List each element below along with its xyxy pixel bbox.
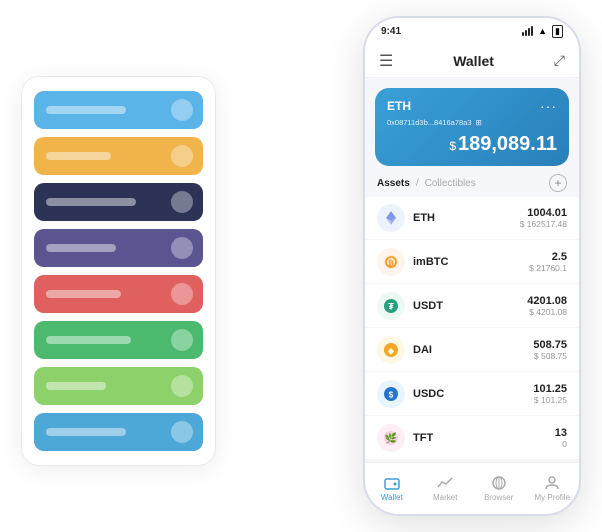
status-bar: 9:41 ▲ ▮ bbox=[365, 18, 579, 44]
nav-bar: ☰ Wallet ⤢ bbox=[365, 44, 579, 78]
asset-amount-eth: 1004.01 bbox=[520, 207, 567, 219]
asset-amount-usdc: 101.25 bbox=[533, 383, 567, 395]
bottom-nav-browser-label: Browser bbox=[484, 493, 513, 502]
asset-amount-tft: 13 bbox=[555, 427, 567, 439]
bottom-nav: Wallet Market Browser My Profile bbox=[365, 462, 579, 514]
page-title: Wallet bbox=[453, 53, 494, 69]
add-asset-button[interactable]: + bbox=[549, 174, 567, 192]
list-item[interactable] bbox=[34, 413, 203, 451]
bottom-nav-wallet[interactable]: Wallet bbox=[365, 475, 419, 502]
svg-text:₿: ₿ bbox=[388, 260, 394, 268]
list-item[interactable] bbox=[34, 321, 203, 359]
asset-amount-usdt: 4201.08 bbox=[527, 295, 567, 307]
svg-text:◈: ◈ bbox=[387, 347, 395, 356]
eth-address: 0x08711d3b...8416a78a3 ⊞ bbox=[387, 118, 557, 127]
assets-list: ETH 1004.01 $ 162517.48 ₿ imBTC 2.5 $ 21… bbox=[365, 197, 579, 460]
list-item[interactable] bbox=[34, 137, 203, 175]
asset-usd-usdc: $ 101.25 bbox=[533, 395, 567, 405]
wifi-icon: ▲ bbox=[538, 26, 547, 36]
svg-text:🌿: 🌿 bbox=[385, 432, 397, 445]
bottom-nav-profile[interactable]: My Profile bbox=[526, 475, 580, 502]
list-item[interactable] bbox=[34, 91, 203, 129]
bottom-nav-wallet-label: Wallet bbox=[381, 493, 403, 502]
expand-icon[interactable]: ⤢ bbox=[554, 52, 565, 69]
card-stack bbox=[21, 76, 216, 466]
bottom-nav-market-label: Market bbox=[433, 493, 457, 502]
tab-collectibles[interactable]: Collectibles bbox=[425, 178, 476, 189]
wallet-icon bbox=[384, 475, 400, 491]
asset-name-eth: ETH bbox=[413, 212, 520, 224]
asset-amounts-tft: 13 0 bbox=[555, 427, 567, 449]
asset-name-dai: DAI bbox=[413, 344, 533, 356]
tab-assets[interactable]: Assets bbox=[377, 178, 410, 189]
phone-frame: 9:41 ▲ ▮ ☰ Wallet ⤢ ETH bbox=[363, 16, 581, 516]
list-item[interactable] bbox=[34, 229, 203, 267]
asset-row-tft[interactable]: 🌿 TFT 13 0 bbox=[365, 417, 579, 460]
asset-name-usdt: USDT bbox=[413, 300, 527, 312]
signal-icon bbox=[522, 26, 533, 36]
dai-icon: ◈ bbox=[377, 336, 405, 364]
asset-usd-eth: $ 162517.48 bbox=[520, 219, 567, 229]
svg-text:₮: ₮ bbox=[388, 302, 394, 312]
menu-icon[interactable]: ☰ bbox=[379, 51, 393, 71]
assets-tabs: Assets / Collectibles bbox=[377, 178, 476, 189]
asset-row-dai[interactable]: ◈ DAI 508.75 $ 508.75 bbox=[365, 329, 579, 372]
asset-usd-usdt: $ 4201.08 bbox=[527, 307, 567, 317]
asset-row-usdc[interactable]: $ USDC 101.25 $ 101.25 bbox=[365, 373, 579, 416]
asset-amounts-dai: 508.75 $ 508.75 bbox=[533, 339, 567, 361]
eth-card-title: ETH bbox=[387, 99, 411, 113]
list-item[interactable] bbox=[34, 367, 203, 405]
usdc-icon: $ bbox=[377, 380, 405, 408]
asset-amounts-usdc: 101.25 $ 101.25 bbox=[533, 383, 567, 405]
eth-balance: $189,089.11 bbox=[387, 133, 557, 156]
asset-amounts-eth: 1004.01 $ 162517.48 bbox=[520, 207, 567, 229]
asset-name-imbtc: imBTC bbox=[413, 256, 529, 268]
asset-name-usdc: USDC bbox=[413, 388, 533, 400]
market-icon bbox=[437, 475, 453, 491]
bottom-nav-profile-label: My Profile bbox=[534, 493, 570, 502]
eth-card[interactable]: ETH ··· 0x08711d3b...8416a78a3 ⊞ $189,08… bbox=[375, 88, 569, 166]
asset-usd-dai: $ 508.75 bbox=[533, 351, 567, 361]
usdt-icon: ₮ bbox=[377, 292, 405, 320]
copy-icon[interactable]: ⊞ bbox=[476, 118, 482, 127]
bottom-nav-market[interactable]: Market bbox=[419, 475, 473, 502]
asset-usd-tft: 0 bbox=[555, 439, 567, 449]
asset-amounts-imbtc: 2.5 $ 21760.1 bbox=[529, 251, 567, 273]
browser-icon bbox=[491, 475, 507, 491]
asset-amount-imbtc: 2.5 bbox=[529, 251, 567, 263]
phone-content: ETH ··· 0x08711d3b...8416a78a3 ⊞ $189,08… bbox=[365, 78, 579, 462]
asset-amounts-usdt: 4201.08 $ 4201.08 bbox=[527, 295, 567, 317]
list-item[interactable] bbox=[34, 183, 203, 221]
asset-usd-imbtc: $ 21760.1 bbox=[529, 263, 567, 273]
tft-icon: 🌿 bbox=[377, 424, 405, 452]
list-item[interactable] bbox=[34, 275, 203, 313]
scene: 9:41 ▲ ▮ ☰ Wallet ⤢ ETH bbox=[21, 16, 581, 516]
asset-name-tft: TFT bbox=[413, 432, 555, 444]
asset-amount-dai: 508.75 bbox=[533, 339, 567, 351]
bottom-nav-browser[interactable]: Browser bbox=[472, 475, 526, 502]
assets-header: Assets / Collectibles + bbox=[365, 166, 579, 196]
battery-icon: ▮ bbox=[552, 25, 563, 38]
svg-text:$: $ bbox=[389, 391, 394, 400]
eth-icon bbox=[377, 204, 405, 232]
imbtc-icon: ₿ bbox=[377, 248, 405, 276]
asset-row-imbtc[interactable]: ₿ imBTC 2.5 $ 21760.1 bbox=[365, 241, 579, 284]
status-icons: ▲ ▮ bbox=[522, 25, 563, 38]
asset-row-eth[interactable]: ETH 1004.01 $ 162517.48 bbox=[365, 197, 579, 240]
eth-more-icon[interactable]: ··· bbox=[540, 98, 557, 114]
profile-icon bbox=[544, 475, 560, 491]
asset-row-usdt[interactable]: ₮ USDT 4201.08 $ 4201.08 bbox=[365, 285, 579, 328]
tab-divider: / bbox=[416, 178, 419, 189]
status-time: 9:41 bbox=[381, 26, 401, 37]
